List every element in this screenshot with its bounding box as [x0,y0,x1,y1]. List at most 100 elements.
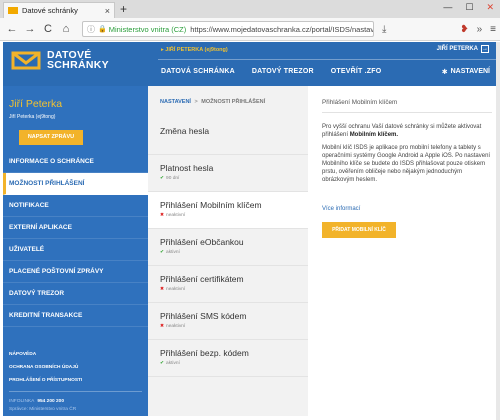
login-option-title: Přihlášení bezp. kódem [160,348,249,358]
intro-bold: Mobilním klíčem. [349,132,399,138]
envelope-logo-icon [11,51,41,69]
maximize-icon[interactable]: ☐ [465,2,473,13]
top-navigation: DATOVÁ SCHRÁNKA DATOVÝ TREZOR OTEVŘÍT .Z… [161,68,398,75]
sidebar: Jiří Peterka Jiří Peterka (ej9tong) NAPS… [3,86,148,416]
login-option-item[interactable]: Přihlášení SMS kódem ✖ neaktivní [148,303,308,340]
detail-panel: Přihlášení Mobilním klíčem Pro vyšší och… [308,86,496,416]
login-option-item[interactable]: Změna hesla [148,118,308,155]
login-option-title: Platnost hesla [160,163,214,173]
close-window-icon[interactable]: ✕ [486,2,494,13]
new-tab-button[interactable]: + [120,2,127,16]
login-option-item[interactable]: Platnost hesla ✔ 90 dní [148,155,308,192]
sidebar-menu: INFORMACE O SCHRÁNCE MOŽNOSTI PŘIHLÁŠENÍ… [3,151,148,327]
addon-icon[interactable]: ❥ [460,24,468,35]
site-logo[interactable]: DATOVÉ SCHRÁNKY [11,50,109,70]
url-bar[interactable]: ⓘ 🔒 Ministerstvo vnitra (CZ) https://www… [82,21,374,37]
back-arrow-icon[interactable]: ← [4,23,20,35]
description-paragraph: Mobilní klíč ISDS je aplikace pro mobiln… [322,145,491,183]
check-icon: ✔ [160,250,165,255]
nav-datova-schranka[interactable]: DATOVÁ SCHRÁNKA [161,68,235,75]
home-icon[interactable]: ⌂ [58,23,74,35]
cross-icon: ✖ [160,213,165,218]
infoline-label: INFOLINKA [9,399,35,404]
sidebar-item-notifikace[interactable]: NOTIFIKACE [3,195,148,217]
info-icon[interactable]: ⓘ [87,24,95,35]
browser-toolbar: ❥ » ≡ [460,24,496,35]
breadcrumb-root[interactable]: NASTAVENÍ [160,99,191,105]
status-text: 90 dní [166,176,180,181]
login-option-item[interactable]: Přihlášení Mobilním klíčem ✖ neaktivní [148,192,308,229]
logout-icon: → [481,45,489,53]
browser-nav-bar: ← → C ⌂ ⓘ 🔒 Ministerstvo vnitra (CZ) htt… [0,18,500,41]
lock-icon: 🔒 [98,26,107,33]
window-controls: — ☐ ✕ [443,2,494,13]
nav-datovy-trezor[interactable]: DATOVÝ TREZOR [252,68,314,75]
reload-icon[interactable]: C [40,23,56,35]
check-icon: ✔ [160,361,165,366]
logo-line-2: SCHRÁNKY [47,59,109,71]
current-user[interactable]: ▸ JIŘÍ PETERKA (ej9tong) [161,47,228,53]
breadcrumb-current: MOŽNOSTI PŘIHLÁŠENÍ [201,99,266,105]
sidebar-item-moznosti-prihlaseni[interactable]: MOŽNOSTI PŘIHLÁŠENÍ [3,173,148,195]
tab-title: Datové schránky [22,6,78,15]
user-name: Jiří Peterka [9,98,63,110]
status-text: aktivní [166,250,180,255]
close-tab-icon[interactable]: × [105,6,110,16]
status-text: neaktivní [166,287,186,292]
sidebar-item-informace[interactable]: INFORMACE O SCHRÁNCE [3,151,148,173]
intro-paragraph: Pro vyšší ochranu Vaší datové schránky s… [322,123,490,139]
cross-icon: ✖ [160,324,165,329]
infoline-number: 954 200 200 [37,399,65,404]
infoline: INFOLINKA 954 200 200 [3,396,148,407]
minimize-icon[interactable]: — [443,2,452,13]
more-info-link[interactable]: Více informací [322,206,360,212]
login-option-title: Přihlášení certifikátem [160,274,244,284]
browser-tab[interactable]: Datové schránky × [3,2,115,18]
login-options-column: NASTAVENÍ > MOŽNOSTI PŘIHLÁŠENÍ Změna he… [148,86,308,416]
download-icon[interactable]: ⤓ [382,24,386,35]
settings-link[interactable]: ✱ NASTAVENÍ [442,68,490,76]
login-option-status: ✔ 90 dní [160,176,308,181]
logo-text: DATOVÉ SCHRÁNKY [47,50,109,71]
sidebar-item-externi-aplikace[interactable]: EXTERNÍ APLIKACE [3,217,148,239]
sidebar-divider [9,391,142,392]
login-option-status: ✖ neaktivní [160,213,308,218]
forward-arrow-icon[interactable]: → [22,23,38,35]
gear-icon: ✱ [441,69,448,76]
panel-title: Přihlášení Mobilním klíčem [322,99,398,106]
overflow-chevron-icon[interactable]: » [477,24,483,35]
hamburger-menu-icon[interactable]: ≡ [490,24,496,35]
help-link[interactable]: NÁPOVĚDA [3,348,148,361]
url-text[interactable]: https://www.mojedatovaschranka.cz/portal… [190,25,373,34]
login-option-item[interactable]: Přihlášení eObčankou ✔ aktivní [148,229,308,266]
favicon-icon [8,7,18,14]
login-option-title: Přihlášení Mobilním klíčem [160,200,262,210]
login-option-item[interactable]: Přihlášení bezp. kódem ✔ aktivní [148,340,308,377]
nav-otevrit-zfo[interactable]: OTEVŘÍT .ZFO [331,68,382,75]
settings-label: NASTAVENÍ [450,68,490,75]
browser-tab-bar: Datové schránky × + — ☐ ✕ [0,0,500,18]
login-option-status: ✔ aktivní [160,250,308,255]
sidebar-footer: NÁPOVĚDA OCHRANA OSOBNÍCH ÚDAJŮ PROHLÁŠE… [3,348,148,416]
site-header: DATOVÉ SCHRÁNKY ▸ JIŘÍ PETERKA (ej9tong)… [3,42,496,86]
write-message-button[interactable]: NAPSAT ZPRÁVU [19,130,83,145]
sidebar-item-uzivatele[interactable]: UŽIVATELÉ [3,239,148,261]
site-identity[interactable]: Ministerstvo vnitra (CZ) [109,25,187,34]
login-option-item[interactable]: Přihlášení certifikátem ✖ neaktivní [148,266,308,303]
login-option-status: ✔ aktivní [160,361,308,366]
status-text: aktivní [166,361,180,366]
logout-button[interactable]: JIŘÍ PETERKA → [437,45,489,53]
check-icon: ✔ [160,176,165,181]
add-mobile-key-button[interactable]: PŘIDAT MOBILNÍ KLÍČ [322,222,396,238]
user-login: Jiří Peterka (ej9tong) [9,114,56,120]
sidebar-item-datovy-trezor[interactable]: DATOVÝ TREZOR [3,283,148,305]
logout-label: JIŘÍ PETERKA [436,46,478,52]
sidebar-item-kreditni-transakce[interactable]: KREDITNÍ TRANSAKCE [3,305,148,327]
login-option-title: Přihlášení eObčankou [160,237,244,247]
privacy-link[interactable]: OCHRANA OSOBNÍCH ÚDAJŮ [3,361,148,374]
login-option-title: Přihlášení SMS kódem [160,311,247,321]
accessibility-link[interactable]: PROHLÁŠENÍ O PŘÍSTUPNOSTI [3,374,148,387]
panel-divider [322,112,492,113]
status-text: neaktivní [166,213,186,218]
sidebar-item-placene-zpravy[interactable]: PLACENÉ POŠTOVNÍ ZPRÁVY [3,261,148,283]
